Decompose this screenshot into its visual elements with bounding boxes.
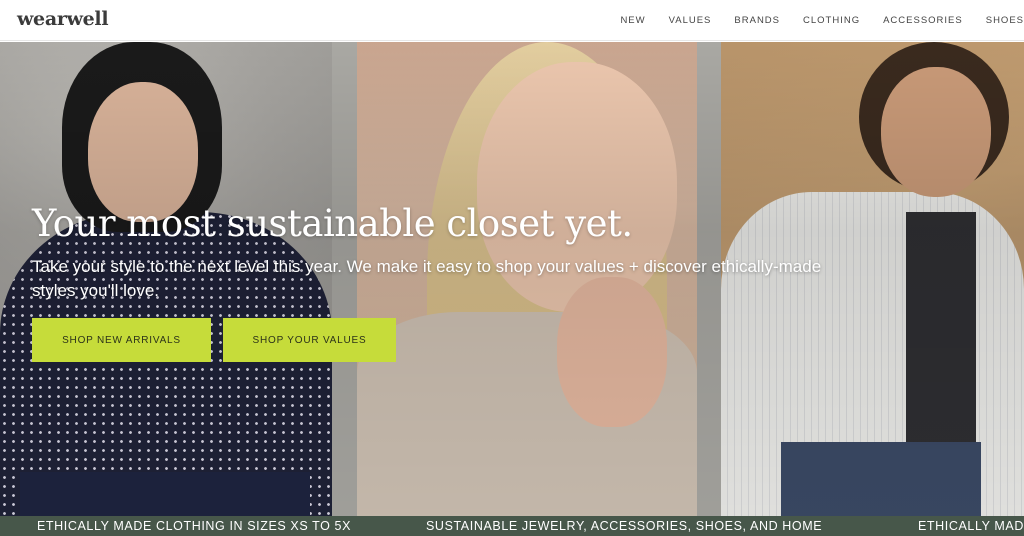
nav-item-clothing[interactable]: CLOTHING — [803, 15, 860, 26]
ticker-item: ETHICALLY MADE CLOTHING IN SIZES XS TO 5… — [37, 519, 352, 533]
shop-new-arrivals-button[interactable]: SHOP NEW ARRIVALS — [32, 318, 211, 362]
shop-your-values-button[interactable]: SHOP YOUR VALUES — [223, 318, 396, 362]
announcement-ticker: ETHICALLY MADE CLOTHING IN SIZES XS TO 5… — [0, 516, 1024, 536]
hero-banner: Your most sustainable closet yet. Take y… — [0, 42, 1024, 516]
main-nav: NEW VALUES BRANDS CLOTHING ACCESSORIES S… — [597, 0, 1024, 41]
nav-item-new[interactable]: NEW — [620, 15, 645, 26]
nav-item-accessories[interactable]: ACCESSORIES — [883, 15, 963, 26]
site-header: wearwell NEW VALUES BRANDS CLOTHING ACCE… — [0, 0, 1024, 41]
hero-text: Your most sustainable closet yet. Take y… — [32, 202, 932, 303]
nav-item-values[interactable]: VALUES — [669, 15, 712, 26]
hero-cta-group: SHOP NEW ARRIVALS SHOP YOUR VALUES — [32, 318, 396, 362]
nav-item-shoes[interactable]: SHOES — [986, 15, 1024, 26]
hero-subtitle: Take your style to the next level this y… — [32, 257, 822, 300]
nav-item-brands[interactable]: BRANDS — [734, 15, 780, 26]
brand-logo[interactable]: wearwell — [17, 8, 109, 30]
ticker-item: SUSTAINABLE JEWELRY, ACCESSORIES, SHOES,… — [426, 519, 823, 533]
hero-title: Your most sustainable closet yet. — [32, 202, 633, 245]
ticker-item: ETHICALLY MAD — [918, 519, 1024, 533]
